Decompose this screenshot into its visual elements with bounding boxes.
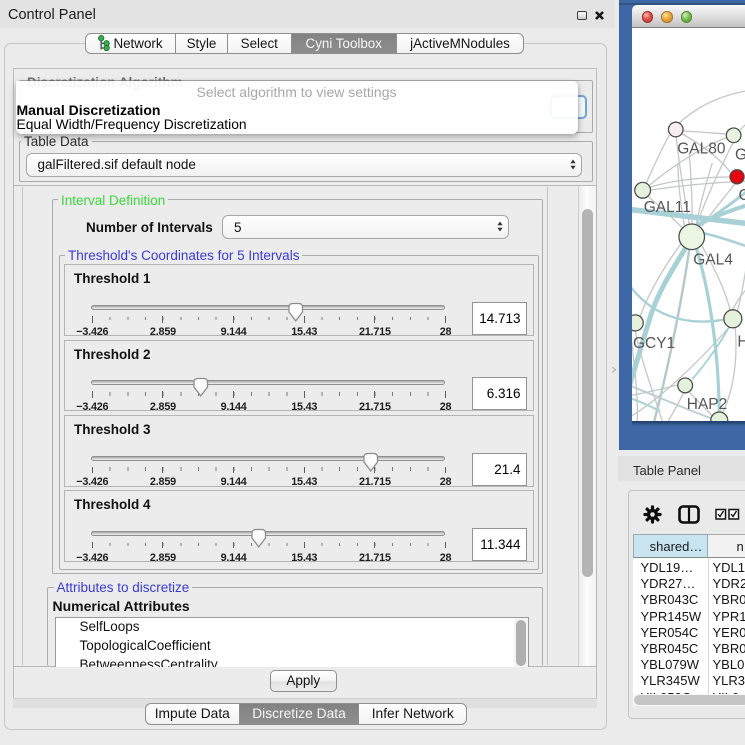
svg-text:GAL80: GAL80 xyxy=(677,140,726,157)
svg-text:GA: GA xyxy=(735,146,745,163)
svg-text:HIS4: HIS4 xyxy=(737,333,745,350)
svg-text:CM: CM xyxy=(738,187,745,204)
svg-text:HAP2: HAP2 xyxy=(686,396,727,413)
svg-text:GAL4: GAL4 xyxy=(693,251,733,268)
svg-text:GAL11: GAL11 xyxy=(643,199,690,216)
svg-text:GCY1: GCY1 xyxy=(632,334,674,351)
